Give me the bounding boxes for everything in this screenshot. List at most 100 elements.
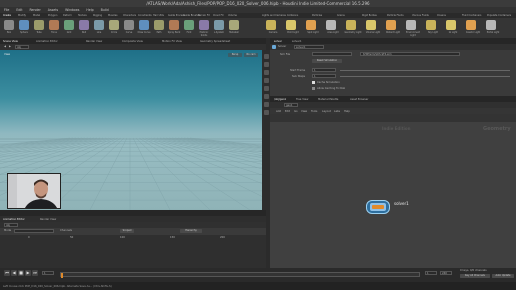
shelf-tool-icon[interactable] <box>94 20 104 30</box>
shelf-tab[interactable]: Rigging <box>93 14 102 17</box>
tab-motion-fx-view[interactable]: Motion FX View <box>162 40 182 43</box>
shelf-tab[interactable]: Muscles <box>108 14 118 17</box>
tab-tree-view[interactable]: Tree View <box>296 98 308 101</box>
visibility-icon[interactable] <box>263 110 269 115</box>
shelf-tab[interactable]: Modify <box>18 14 26 17</box>
light-tool-icon[interactable] <box>366 20 376 30</box>
shelf-tab[interactable]: Model <box>33 14 40 17</box>
menu-add[interactable]: Add <box>276 110 281 113</box>
tab-solver1[interactable]: solver1 <box>292 40 302 43</box>
light-tool-icon[interactable] <box>386 20 396 30</box>
light-tool-icon[interactable] <box>306 20 316 30</box>
grid-icon[interactable] <box>263 78 269 83</box>
shelf-tool-icon[interactable] <box>4 20 14 30</box>
shelf-tab[interactable]: Characters <box>123 14 136 17</box>
shelf-tab[interactable]: Collisions <box>287 14 298 17</box>
shelf-tool-icon[interactable] <box>79 20 89 30</box>
shelf-tool-icon[interactable] <box>169 20 179 30</box>
menu-net-edit[interactable]: Edit <box>285 110 290 113</box>
shelf-tab[interactable]: Terrain FX <box>198 14 210 17</box>
shelf-tab[interactable]: Particles <box>312 14 322 17</box>
shelf-tool-icon[interactable] <box>34 20 44 30</box>
anim-path-field[interactable]: obj <box>4 223 18 227</box>
shelf-tool-icon[interactable] <box>19 20 29 30</box>
shelf-tool-icon[interactable] <box>49 20 59 30</box>
shelf-tab[interactable]: Viscous Fluids <box>412 14 429 17</box>
light-tool-icon[interactable] <box>326 20 336 30</box>
network-path-field[interactable]: geo1 <box>284 103 298 107</box>
light-tool-icon[interactable] <box>446 20 456 30</box>
shelf-tab[interactable]: Deform <box>63 14 72 17</box>
node-name-field[interactable]: solver1 <box>294 45 324 49</box>
allow-caching-checkbox[interactable] <box>312 87 315 90</box>
solver-node[interactable] <box>366 200 392 216</box>
end-frame-field[interactable]: 240 <box>440 271 452 275</box>
stop-button[interactable]: ■ <box>18 269 24 276</box>
tab-scene-view[interactable]: Scene View <box>3 40 18 43</box>
shelf-tab[interactable]: Texture <box>78 14 87 17</box>
path-field[interactable]: obj <box>15 45 29 49</box>
light-tool-icon[interactable] <box>486 20 496 30</box>
display-option-icon[interactable] <box>263 54 269 59</box>
shelf-tool-icon[interactable] <box>199 20 209 30</box>
step-back-button[interactable]: ◀ <box>11 269 17 276</box>
shelf-tab[interactable]: Rigid Bodies <box>362 14 377 17</box>
shading-icon[interactable] <box>263 62 269 67</box>
hierarchy-button[interactable]: Hierarchy <box>180 229 202 233</box>
play-button[interactable]: ▶ <box>25 269 31 276</box>
current-frame-field[interactable]: 1 <box>42 271 54 275</box>
ghost-icon[interactable] <box>263 102 269 107</box>
tab-obj-geo1[interactable]: /obj/geo1 <box>274 98 286 101</box>
light-tool-icon[interactable] <box>346 20 356 30</box>
light-icon[interactable] <box>263 94 269 99</box>
camera-menu[interactable]: Persp <box>228 53 242 57</box>
light-tool-icon[interactable] <box>466 20 476 30</box>
start-frame-field[interactable]: 1 <box>312 68 336 72</box>
menu-tools[interactable]: Tools <box>311 110 317 113</box>
channel-graph[interactable] <box>0 235 266 268</box>
shelf-tab[interactable]: Polygon <box>48 14 57 17</box>
menu-labs[interactable]: Labs <box>334 110 340 113</box>
back-icon[interactable]: ◀ <box>4 45 6 48</box>
forward-icon[interactable]: ▶ <box>9 45 11 48</box>
shelf-tab[interactable]: Lights and Cameras <box>262 14 286 17</box>
light-tool-icon[interactable] <box>406 20 416 30</box>
camera-icon[interactable] <box>263 86 269 91</box>
tab-composite-view[interactable]: Composite View <box>122 40 143 43</box>
menu-view[interactable]: View <box>301 110 307 113</box>
shelf-tool-icon[interactable] <box>124 20 134 30</box>
cache-simulation-checkbox[interactable] <box>312 81 315 84</box>
tab-render-view[interactable]: Render View <box>86 40 102 43</box>
shelf-tab[interactable]: Hair Utils <box>153 14 164 17</box>
mode-select[interactable] <box>14 229 54 233</box>
jump-end-button[interactable]: ⏭ <box>32 269 38 276</box>
sim-file-field[interactable]: $HIP/sim/$OS.$F4.sim <box>360 52 460 56</box>
snap-icon[interactable] <box>263 70 269 75</box>
sub-steps-slider[interactable] <box>340 76 510 77</box>
shelf-tab[interactable]: Constraints <box>138 14 152 17</box>
start-frame-slider[interactable] <box>340 70 510 71</box>
shelf-tab[interactable]: Oceans <box>437 14 446 17</box>
light-tool-icon[interactable] <box>286 20 296 30</box>
timeline-slider[interactable] <box>60 272 420 278</box>
cam-menu[interactable]: No cam <box>244 53 258 57</box>
tab-geometry-spreadsheet[interactable]: Geometry Spreadsheet <box>200 40 230 43</box>
shelf-tab[interactable]: Particle Fluids <box>387 14 404 17</box>
shelf-tool-icon[interactable] <box>139 20 149 30</box>
network-editor[interactable]: Indie Edition Geometry solver1 <box>270 122 516 268</box>
reset-simulation-button[interactable]: Reset Simulation <box>312 59 342 63</box>
shelf-tool-icon[interactable] <box>109 20 119 30</box>
auto-update-menu[interactable]: Auto Update <box>492 274 514 278</box>
sim-file-mode-select[interactable] <box>312 52 352 56</box>
shelf-tool-icon[interactable] <box>154 20 164 30</box>
shelf-tool-icon[interactable] <box>184 20 194 30</box>
jump-start-button[interactable]: ⏮ <box>4 269 10 276</box>
shelf-tab[interactable]: Fluid Containers <box>462 14 481 17</box>
tab-anim-editor[interactable]: Animation Editor <box>3 218 25 221</box>
menu-layout[interactable]: Layout <box>322 110 331 113</box>
shelf-tab[interactable]: Volume <box>228 14 237 17</box>
tab-asset-browser[interactable]: Asset Browser <box>350 98 368 101</box>
shelf-tab[interactable]: Cloud FX <box>213 14 224 17</box>
scoped-button[interactable]: Scoped <box>120 229 134 233</box>
light-tool-icon[interactable] <box>426 20 436 30</box>
